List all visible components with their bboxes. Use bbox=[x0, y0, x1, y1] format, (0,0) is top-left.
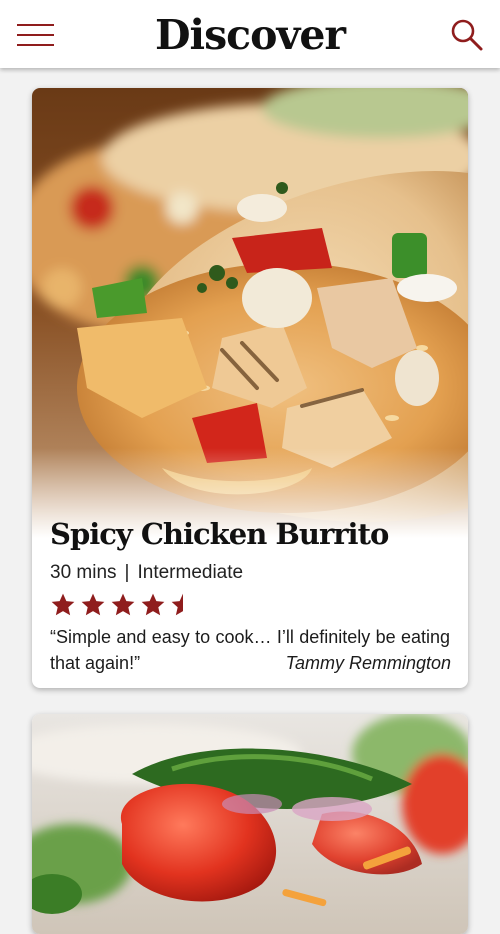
page-title: Discover bbox=[154, 11, 346, 59]
star-full-icon bbox=[81, 593, 105, 616]
review-author: Tammy Remmington bbox=[285, 653, 451, 673]
top-app-bar: Discover bbox=[0, 0, 500, 68]
recipe-title[interactable]: Spicy Chicken Burrito bbox=[50, 516, 389, 552]
difficulty-level: Intermediate bbox=[137, 562, 244, 583]
star-full-icon bbox=[51, 593, 75, 616]
star-rating bbox=[50, 592, 200, 618]
recipe-meta: 30 mins | Intermediate bbox=[50, 561, 243, 585]
recipe-photo-salad bbox=[32, 714, 468, 934]
star-full-icon bbox=[111, 593, 135, 616]
recipe-card[interactable] bbox=[32, 714, 468, 934]
cook-time: 30 mins bbox=[50, 562, 117, 583]
star-full-icon bbox=[141, 593, 165, 616]
meta-separator: | bbox=[124, 562, 130, 583]
search-icon[interactable] bbox=[450, 18, 484, 52]
star-half-icon bbox=[171, 593, 183, 616]
recipe-card[interactable]: Spicy Chicken Burrito 30 mins | Intermedia… bbox=[32, 88, 468, 688]
